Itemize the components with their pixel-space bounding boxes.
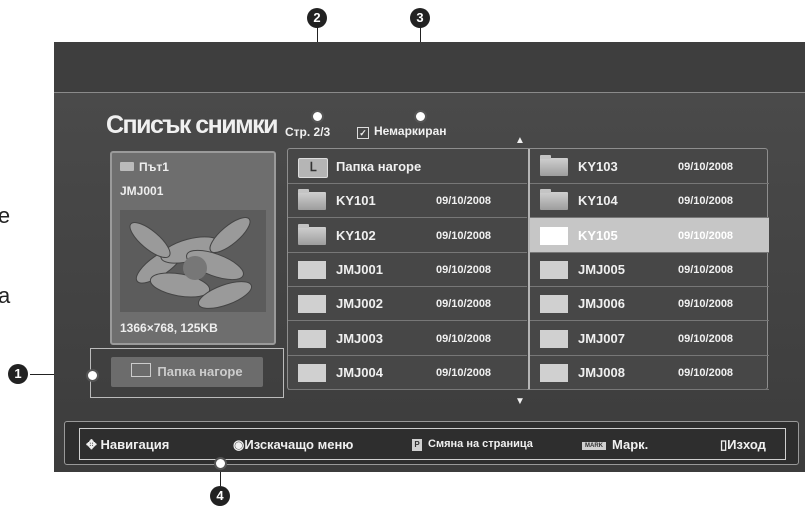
file-date: 09/10/2008 [436, 195, 492, 208]
preview-filename: JMJ001 [120, 184, 164, 198]
file-column-left: ᒪ Папка нагоре KY101 09/10/2008 KY102 09/10/2… [288, 149, 527, 390]
callout-4: 4 [210, 486, 230, 506]
file-date: 09/10/2008 [436, 298, 492, 311]
checkbox-icon: ✓ [357, 127, 369, 139]
footer-help: ✥ Навигация ◉Изскачащо меню P Смяна на ст… [79, 428, 786, 460]
file-name: Папка нагоре [336, 159, 422, 174]
file-item[interactable]: JMJ007 09/10/2008 [530, 321, 769, 356]
top-bar [54, 42, 805, 93]
main-panel: Списък снимки Стр. 2/3 ✓ Немаркиран ▲ Път… [54, 93, 805, 472]
file-date: 09/10/2008 [678, 161, 734, 173]
photo-icon [540, 363, 568, 382]
page-indicator: Стр. 2/3 [285, 125, 331, 139]
folder-icon [540, 189, 568, 211]
page-key-icon: P [412, 439, 422, 451]
file-item[interactable]: JMJ002 09/10/2008 [288, 286, 527, 322]
file-date: 09/10/2008 [436, 263, 492, 276]
footer-bar: ✥ Навигация ◉Изскачащо меню P Смяна на ст… [64, 421, 799, 465]
callout-2: 2 [307, 8, 327, 28]
up-folder-icon [131, 363, 152, 377]
file-name: KY101 [336, 193, 376, 209]
mark-help: MARK Марк. [582, 437, 648, 452]
photo-list-screen: Списък снимки Стр. 2/3 ✓ Немаркиран ▲ Път… [54, 42, 805, 472]
preview-panel: Път1 JMJ001 1366×768, 125KB [110, 151, 276, 345]
file-name: KY104 [578, 193, 618, 209]
preview-path: Път1 [120, 160, 169, 174]
file-name: KY105 [578, 227, 618, 243]
file-item[interactable]: JMJ003 09/10/2008 [288, 321, 527, 356]
file-item[interactable]: JMJ006 09/10/2008 [530, 286, 769, 322]
file-item[interactable]: JMJ004 09/10/2008 [288, 355, 527, 390]
ok-icon: ◉ [233, 437, 245, 452]
file-item[interactable]: KY104 09/10/2008 [530, 183, 769, 219]
file-date: 09/10/2008 [678, 332, 734, 345]
preview-thumbnail [120, 210, 266, 312]
file-date: 09/10/2008 [678, 229, 734, 242]
page-change-help: P Смяна на страница [412, 438, 533, 451]
folder-icon [120, 162, 134, 171]
folder-icon [298, 189, 326, 211]
file-item[interactable]: JMJ001 09/10/2008 [288, 252, 527, 287]
scroll-down-arrow[interactable]: ▼ [515, 396, 525, 407]
file-item[interactable]: KY102 09/10/2008 [288, 218, 527, 253]
file-name: JMJ002 [336, 296, 383, 312]
callout-1: 1 [8, 364, 28, 384]
scroll-up-arrow[interactable]: ▲ [515, 135, 525, 146]
up-folder-box: Папка нагоре [90, 348, 284, 398]
photo-icon [540, 329, 568, 348]
file-item[interactable]: KY105 09/10/2008 [530, 217, 769, 253]
file-name: JMJ003 [336, 330, 383, 346]
photo-icon [298, 295, 326, 314]
file-item[interactable]: KY103 09/10/2008 [530, 149, 769, 184]
up-folder-icon: ᒪ [298, 158, 328, 178]
file-item[interactable]: KY101 09/10/2008 [288, 183, 527, 219]
file-date: 09/10/2008 [436, 332, 492, 345]
photo-icon [298, 363, 326, 382]
file-date: 09/10/2008 [678, 195, 734, 208]
popup-menu-help: ◉Изскачащо меню [233, 437, 354, 452]
mark-status-label: Немаркиран [374, 124, 447, 138]
preview-info: 1366×768, 125KB [120, 321, 218, 335]
margin-text-bottom: a [0, 283, 11, 308]
file-name: JMJ008 [578, 364, 625, 380]
file-date: 09/10/2008 [678, 366, 734, 379]
file-item[interactable]: JMJ008 09/10/2008 [530, 355, 769, 390]
file-name: JMJ006 [578, 296, 625, 312]
file-date: 09/10/2008 [678, 298, 734, 311]
navigation-icon: ✥ [86, 437, 101, 452]
mark-key-icon: MARK [582, 442, 606, 450]
file-name: KY103 [578, 159, 618, 174]
file-date: 09/10/2008 [436, 229, 492, 242]
file-column-right: KY103 09/10/2008 KY104 09/10/2008 KY105 09/10… [528, 149, 769, 390]
exit-help[interactable]: ▯Изход [720, 437, 766, 453]
file-name: JMJ007 [578, 330, 625, 346]
file-item[interactable]: JMJ005 09/10/2008 [530, 252, 769, 287]
photo-icon [298, 260, 326, 279]
callout-3: 3 [410, 8, 430, 28]
file-name: KY102 [336, 227, 376, 243]
file-grid: ᒪ Папка нагоре KY101 09/10/2008 KY102 09/10/2… [287, 148, 769, 390]
file-date: 09/10/2008 [678, 263, 734, 276]
photo-icon [298, 329, 326, 348]
file-date: 09/10/2008 [436, 366, 492, 379]
photo-icon [540, 260, 568, 279]
nav-help: ✥ Навигация [86, 437, 170, 452]
photo-icon [540, 295, 568, 314]
file-name: JMJ001 [336, 261, 383, 277]
page-title: Списък снимки [106, 111, 279, 139]
file-item[interactable]: ᒪ Папка нагоре [288, 149, 527, 184]
folder-icon [540, 155, 568, 176]
mark-status[interactable]: ✓ Немаркиран [357, 124, 447, 139]
photo-icon [540, 226, 568, 245]
up-folder-button[interactable]: Папка нагоре [111, 357, 263, 387]
folder-icon [298, 223, 326, 245]
file-name: JMJ004 [336, 364, 383, 380]
margin-text-top: те [0, 203, 11, 228]
file-name: JMJ005 [578, 261, 625, 277]
